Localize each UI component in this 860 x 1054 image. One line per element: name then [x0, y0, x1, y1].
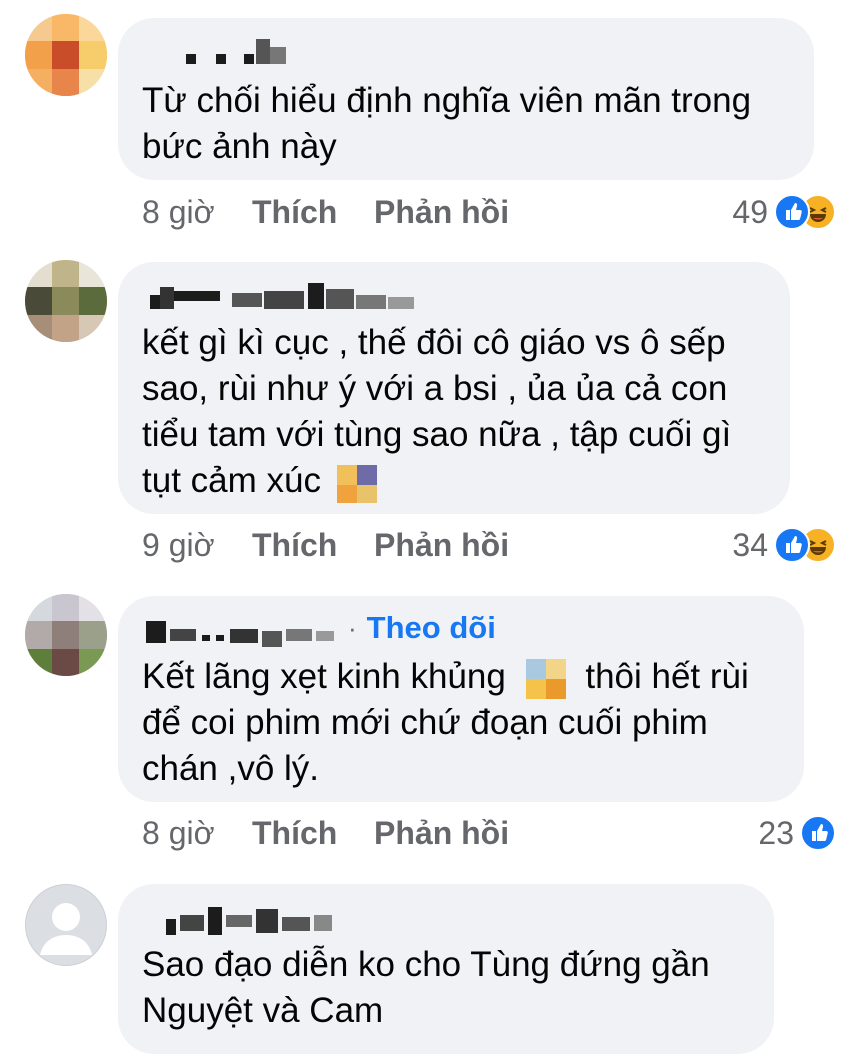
- comment-line: Nguyệt và Cam: [142, 991, 384, 1030]
- person-icon: [40, 903, 92, 955]
- comment-line: kết gì kì cục , thế đôi cô giáo vs ô sếp: [142, 323, 726, 362]
- reply-button[interactable]: Phản hồi: [374, 815, 509, 852]
- reaction-count: 23: [758, 814, 794, 851]
- timestamp[interactable]: 8 giờ: [142, 815, 252, 852]
- comment-line-text: tụt cảm xúc: [142, 461, 321, 500]
- author-name[interactable]: [144, 898, 344, 938]
- default-avatar-icon[interactable]: [25, 884, 107, 966]
- comment-bubble: Sao đạo diễn ko cho Tùng đứng gần Nguyệt…: [118, 884, 774, 1054]
- comment-line: tụt cảm xúc: [142, 458, 768, 504]
- comment-line: sao, rùi như ý với a bsi , ủa ủa cả con: [142, 369, 728, 408]
- emoji-icon: [336, 463, 377, 503]
- comment-bubble: kết gì kì cục , thế đôi cô giáo vs ô sếp…: [118, 262, 790, 514]
- comment-line: Kết lãng xẹt kinh khủng thôi hết rùi: [142, 654, 782, 700]
- comment-line: chán ,vô lý.: [142, 749, 320, 788]
- comment-actions: 8 giờ Thích Phản hồi: [142, 813, 509, 853]
- comment-text: kết gì kì cục , thế đôi cô giáo vs ô sếp…: [142, 320, 768, 504]
- like-button[interactable]: Thích: [252, 527, 374, 564]
- comment-line: để coi phim mới chứ đoạn cuối phim: [142, 703, 708, 742]
- reaction-summary[interactable]: 49: [732, 192, 836, 232]
- avatar[interactable]: [25, 260, 107, 342]
- emoji-icon: [525, 658, 566, 699]
- comment-line: Sao đạo diễn ko cho Tùng đứng gần: [142, 945, 710, 984]
- avatar[interactable]: [25, 594, 107, 676]
- comment-line: tiểu tam với tùng sao nữa , tập cuối gì: [142, 415, 732, 454]
- like-button[interactable]: Thích: [252, 815, 374, 852]
- comment-text: Từ chối hiểu định nghĩa viên mãn trong b…: [142, 78, 792, 170]
- comment-line-text: thôi hết rùi: [585, 657, 749, 696]
- follow-separator: ·: [348, 612, 357, 643]
- timestamp[interactable]: 8 giờ: [142, 194, 252, 231]
- comment-actions: 9 giờ Thích Phản hồi: [142, 525, 509, 565]
- reaction-summary[interactable]: 23: [758, 813, 836, 853]
- author-row: · Theo dõi: [144, 608, 496, 648]
- reply-button[interactable]: Phản hồi: [374, 527, 509, 564]
- author-name[interactable]: [144, 32, 294, 72]
- comment-actions: 8 giờ Thích Phản hồi: [142, 192, 509, 232]
- comment-line: bức ảnh này: [142, 127, 337, 166]
- comment-line: Từ chối hiểu định nghĩa viên mãn trong: [142, 81, 752, 120]
- follow-button[interactable]: Theo dõi: [367, 610, 496, 646]
- like-button[interactable]: Thích: [252, 194, 374, 231]
- comment-text: Kết lãng xẹt kinh khủng thôi hết rùi để …: [142, 654, 782, 792]
- reply-button[interactable]: Phản hồi: [374, 194, 509, 231]
- comment-text: Sao đạo diễn ko cho Tùng đứng gần Nguyệt…: [142, 942, 752, 1034]
- comment-bubble: Từ chối hiểu định nghĩa viên mãn trong b…: [118, 18, 814, 180]
- like-icon: [774, 527, 810, 563]
- reaction-count: 34: [732, 526, 768, 563]
- comment-line-text: Kết lãng xẹt kinh khủng: [142, 657, 506, 696]
- comment-bubble: · Theo dõi Kết lãng xẹt kinh khủng thôi …: [118, 596, 804, 802]
- author-name[interactable]: [144, 613, 340, 647]
- timestamp[interactable]: 9 giờ: [142, 527, 252, 564]
- avatar[interactable]: [25, 14, 107, 96]
- reaction-count: 49: [732, 193, 768, 230]
- like-icon: [800, 815, 836, 851]
- author-name[interactable]: [144, 276, 444, 316]
- like-icon: [774, 194, 810, 230]
- reaction-summary[interactable]: 34: [732, 525, 836, 565]
